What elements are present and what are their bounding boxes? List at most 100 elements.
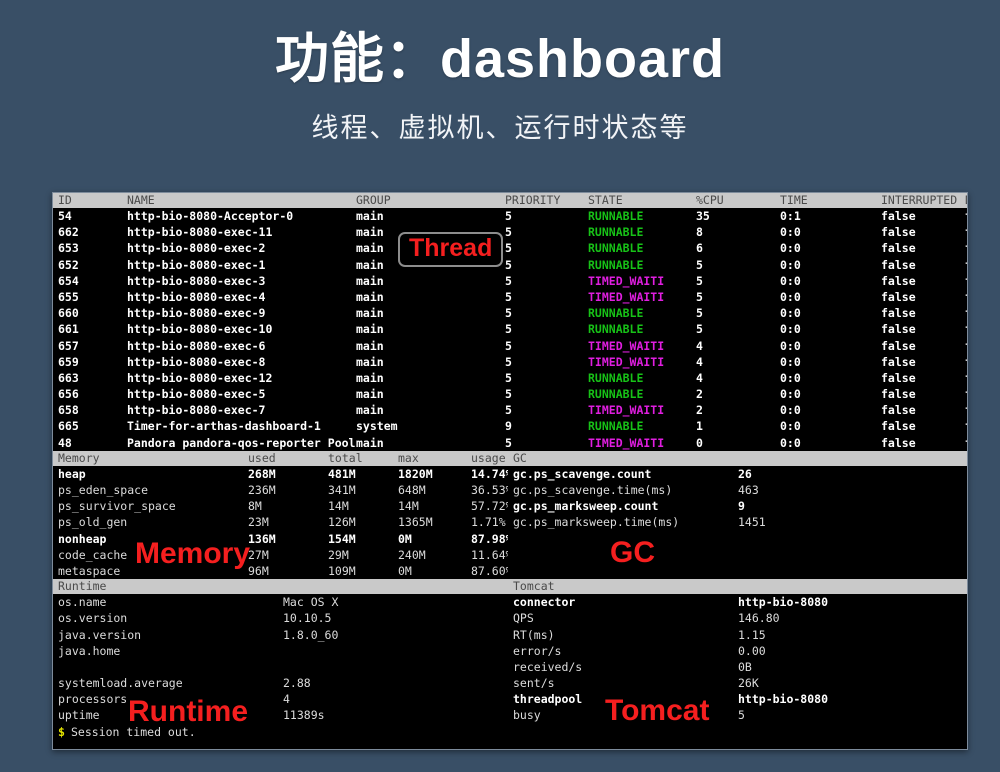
cell-group: main [356,402,384,418]
cell-tomcat-name: busy [513,707,541,723]
list-item: uptime11389s [53,707,508,723]
cell-daemon: true [965,354,968,370]
thread-col-header-daemon: DAEMON [965,193,967,208]
cell-memory-name: heap [58,466,86,482]
runtime-header: Runtime [53,579,508,594]
list-item: received/s0B [508,659,967,675]
cell-tomcat-name: received/s [513,659,582,675]
table-row: heap268M481M1820M14.74% [53,466,508,482]
page-title: 功能：dashboard [0,28,1000,90]
cell-priority: 5 [505,208,512,224]
cell-daemon: true [965,224,968,240]
cell-group: main [356,273,384,289]
cell-priority: 5 [505,435,512,451]
cell-interrupted: false [881,338,916,354]
cell-daemon: true [965,386,968,402]
spacer-row [508,547,967,563]
cell-id: 665 [58,418,79,434]
cell-daemon: true [965,305,968,321]
table-row: 663http-bio-8080-exec-12main5RUNNABLE40:… [53,370,967,386]
cell-memory-used: 136M [248,531,276,547]
cell-cpu: 5 [696,257,703,273]
cell-runtime-value: Mac OS X [283,594,338,610]
cell-id: 654 [58,273,79,289]
status-badge: TIMED_WAITI [588,402,664,418]
cell-priority: 5 [505,386,512,402]
list-item: RT(ms) 1.15 [508,627,967,643]
cell-memory-total: 341M [328,482,356,498]
cell-id: 660 [58,305,79,321]
list-item: gc.ps_marksweep.time(ms)1451 [508,514,967,530]
cell-priority: 5 [505,370,512,386]
cell-memory-usage: 57.72% [471,498,513,514]
cell-memory-max: 0M [398,531,412,547]
cell-memory-max: 14M [398,498,419,514]
table-row: 655http-bio-8080-exec-4main5TIMED_WAITI5… [53,289,967,305]
memory-col-header-name: Memory [58,451,100,466]
cell-tomcat-value: 1.15 [738,627,766,643]
list-item: sent/s26K [508,675,967,691]
cell-memory-usage: 36.53% [471,482,513,498]
prompt-symbol: $ [58,724,65,740]
cell-interrupted: false [881,273,916,289]
page-subtitle: 线程、虚拟机、运行时状态等 [0,106,1000,145]
table-row: 656http-bio-8080-exec-5main5RUNNABLE20:0… [53,386,967,402]
list-item: os.version10.10.5 [53,610,508,626]
cell-gc-name: gc.ps_marksweep.count [513,498,658,514]
cell-daemon: true [965,418,968,434]
annotation-memory: Memory [135,539,250,569]
cell-time: 0:0 [780,338,801,354]
list-item: processors4 [53,691,508,707]
cell-time: 0:0 [780,354,801,370]
cell-group: main [356,289,384,305]
cell-runtime-name: os.version [58,610,127,626]
status-badge: TIMED_WAITI [588,338,664,354]
cell-id: 657 [58,338,79,354]
status-badge: TIMED_WAITI [588,273,664,289]
gc-col-header: GC [513,451,527,466]
cell-priority: 5 [505,257,512,273]
list-item: gc.ps_scavenge.time(ms)463 [508,482,967,498]
shell-prompt-line[interactable]: $Session timed out. [53,724,508,740]
thread-col-header-state: STATE [588,193,623,208]
cell-priority: 5 [505,321,512,337]
runtime-col-header: Runtime [58,579,106,594]
cell-group: main [356,208,384,224]
tomcat-pane: Tomcat connectorhttp-bio-8080QPS146.80RT… [508,579,967,740]
terminal-window[interactable]: IDNAMEGROUPPRIORITYSTATE%CPUTIMEINTERRUP… [52,192,968,750]
cell-name: http-bio-8080-exec-9 [127,305,265,321]
cell-interrupted: false [881,305,916,321]
table-row: nonheap136M154M0M87.98% [53,531,508,547]
thread-col-header-interrupted: INTERRUPTED [881,193,957,208]
cell-id: 663 [58,370,79,386]
status-badge: RUNNABLE [588,370,643,386]
list-item: busy5 [508,707,967,723]
cell-id: 653 [58,240,79,256]
table-row: 652http-bio-8080-exec-1main5RUNNABLE50:0… [53,257,967,273]
list-item: os.nameMac OS X [53,594,508,610]
cell-runtime-name: java.version [58,627,141,643]
cell-interrupted: false [881,418,916,434]
cell-group: main [356,370,384,386]
cell-id: 659 [58,354,79,370]
status-badge: RUNNABLE [588,321,643,337]
cell-memory-usage: 87.98% [471,531,513,547]
tomcat-col-header: Tomcat [513,579,555,594]
thread-table-header: IDNAMEGROUPPRIORITYSTATE%CPUTIMEINTERRUP… [53,193,967,208]
cell-memory-used: 268M [248,466,276,482]
title-block: 功能：dashboard 线程、虚拟机、运行时状态等 [0,28,1000,145]
cell-name: http-bio-8080-Acceptor-0 [127,208,293,224]
cell-name: Timer-for-arthas-dashboard-1 [127,418,321,434]
cell-cpu: 6 [696,240,703,256]
list-item: error/s0.00 [508,643,967,659]
list-item: java.home [53,643,508,659]
slide-root: 功能：dashboard 线程、虚拟机、运行时状态等 IDNAMEGROUPPR… [0,0,1000,772]
memory-header: Memoryusedtotalmaxusage [53,451,508,466]
cell-gc-name: gc.ps_marksweep.time(ms) [513,514,679,530]
cell-interrupted: false [881,224,916,240]
cell-cpu: 0 [696,435,703,451]
cell-group: main [356,354,384,370]
cell-daemon: true [965,435,968,451]
cell-priority: 5 [505,273,512,289]
cell-tomcat-name: RT(ms) [513,627,555,643]
